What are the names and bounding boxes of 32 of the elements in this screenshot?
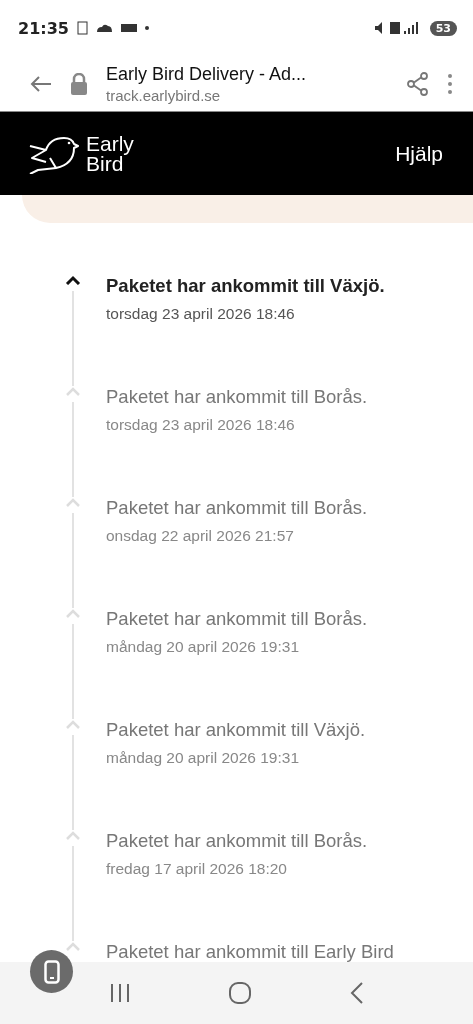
phone-icon (43, 959, 60, 984)
page-title: Early Bird Delivery - Ad... (106, 63, 308, 85)
dot-icon (144, 26, 149, 30)
clock: 21:35 (18, 18, 69, 38)
app-badge-icon (120, 23, 137, 33)
lock-icon[interactable] (70, 72, 88, 95)
app-icon (76, 21, 88, 35)
event-title: Paketet har ankommit till Early Bird (106, 941, 395, 962)
share-icon[interactable] (407, 71, 429, 96)
event-date: måndag 20 april 2026 19:31 (106, 749, 301, 767)
menu-icon[interactable] (447, 72, 453, 95)
event-date: fredag 17 april 2026 18:20 (106, 860, 288, 878)
home-icon[interactable] (227, 981, 252, 1005)
cloud-icon (95, 23, 113, 33)
event-title: Paketet har ankommit till Växjö. (106, 275, 386, 297)
event-title: Paketet har ankommit till Borås. (106, 497, 369, 519)
event-date: onsdag 22 april 2026 21:57 (106, 527, 295, 545)
event-date: torsdag 23 april 2026 18:46 (106, 305, 296, 323)
event-date: torsdag 23 april 2026 18:46 (106, 416, 296, 434)
back-icon[interactable] (348, 981, 365, 1005)
event-date: måndag 20 april 2026 19:31 (106, 638, 301, 656)
event-title: Paketet har ankommit till Borås. (106, 386, 369, 408)
chevron-up-icon[interactable] (65, 275, 81, 285)
event-title: Paketet har ankommit till Växjö. (106, 719, 367, 741)
event-title: Paketet har ankommit till Borås. (106, 608, 369, 630)
event-title: Paketet har ankommit till Borås. (106, 830, 369, 852)
help-link[interactable]: Hjälp (395, 141, 443, 166)
page-url[interactable]: track.earlybird.se (106, 86, 389, 104)
recent-apps-icon[interactable] (108, 983, 131, 1003)
battery-level: 53 (429, 20, 457, 36)
logo-text: Early Bird (86, 133, 134, 174)
back-arrow-icon[interactable] (30, 74, 52, 93)
